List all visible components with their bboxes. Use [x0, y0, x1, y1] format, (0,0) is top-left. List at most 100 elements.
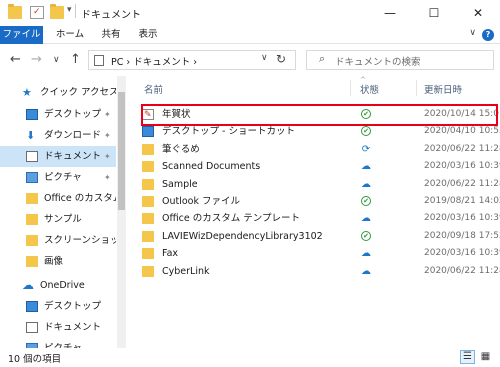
folder-icon [142, 213, 154, 225]
qat-dropdown-icon[interactable]: ▾ [67, 5, 72, 15]
file-date: 2020/09/18 17:52 [424, 230, 500, 241]
tab-view[interactable]: 表示 [134, 26, 162, 44]
cloud-icon: ☁ [361, 213, 371, 225]
syncing-icon: ⟳ [361, 143, 371, 155]
sidebar-item-label: ドキュメント [44, 322, 102, 333]
file-name: LAVIEWizDependencyLibrary3102 [162, 230, 323, 242]
help-icon[interactable]: ? [482, 29, 494, 41]
folder-icon [142, 265, 154, 277]
file-date: 2020/06/22 11:28 [424, 143, 500, 154]
tab-home[interactable]: ホーム [52, 26, 88, 44]
maximize-button[interactable]: ☐ [412, 0, 456, 26]
file-name: CyberLink [162, 265, 210, 277]
sidebar-item[interactable]: ☁ OneDrive [0, 275, 116, 296]
desktop-icon [26, 301, 38, 312]
sidebar-item[interactable]: ドキュメント ✦ [0, 146, 116, 167]
tab-file[interactable]: ファイル [0, 26, 43, 44]
pin-icon: ✦ [104, 152, 111, 161]
star-icon: ★ [22, 86, 32, 99]
sidebar-item[interactable]: ピクチャ ✦ [0, 167, 116, 188]
sidebar-item-label: ドキュメント [44, 151, 102, 162]
file-date: 2020/06/22 11:28 [424, 178, 500, 189]
cloud-icon: ☁ [361, 178, 371, 190]
file-name: Office のカスタム テンプレート [162, 213, 300, 225]
sidebar-item-label: ダウンロード [44, 130, 102, 141]
pin-icon: ✦ [104, 131, 111, 140]
file-row[interactable]: Sample ☁ 2020/06/22 11:28 [138, 176, 500, 193]
file-name: 筆ぐるめ [162, 143, 200, 155]
sidebar-item[interactable]: ドキュメント [0, 317, 116, 338]
new-folder-icon[interactable] [50, 4, 64, 19]
sidebar-item[interactable]: Office のカスタム [0, 188, 116, 209]
up-button[interactable]: ↑ [70, 52, 81, 67]
column-divider[interactable] [416, 80, 417, 96]
refresh-button[interactable]: ↻ [272, 52, 290, 66]
pin-icon: ✦ [104, 110, 111, 119]
documents-icon [26, 151, 38, 162]
back-button[interactable]: ← [10, 52, 21, 67]
sidebar-item[interactable]: ピクチャ [0, 338, 116, 348]
large-icons-view-button[interactable]: ▦ [478, 350, 493, 364]
cloud-icon: ☁ [361, 248, 371, 260]
file-date: 2020/03/16 10:39 [424, 248, 500, 259]
ribbon-tabs: ファイル ホーム 共有 表示 ∨ ? [0, 26, 500, 44]
documents-icon [94, 55, 104, 66]
recent-locations-button[interactable]: ∨ [53, 55, 60, 65]
cloud-icon: ☁ [22, 278, 34, 292]
sidebar-item-label: デスクトップ [44, 301, 102, 312]
file-row[interactable]: 筆ぐるめ ⟳ 2020/06/22 11:28 [138, 141, 500, 158]
status-bar: 10 個の項目 ☰ ▦ [0, 348, 500, 367]
navigation-pane: ★ クイック アクセス デスクトップ ✦ ⬇ ダウンロード ✦ ドキュメント ✦ ピクチャ ✦ Off… [0, 76, 128, 348]
minimize-button[interactable]: — [368, 0, 412, 26]
sidebar-item[interactable]: スクリーンショット [0, 230, 116, 251]
sidebar-item[interactable]: ⬇ ダウンロード ✦ [0, 125, 116, 146]
column-header-date[interactable]: 更新日時 [424, 82, 462, 96]
forward-button[interactable]: → [31, 52, 42, 67]
folder-icon [26, 193, 38, 204]
sidebar-item-label: ピクチャ [44, 338, 82, 348]
sidebar-item[interactable]: ★ クイック アクセス [0, 82, 116, 103]
cloud-icon: ☁ [361, 161, 371, 173]
close-button[interactable]: ✕ [456, 0, 500, 26]
folder-icon [142, 143, 154, 155]
properties-icon[interactable]: ✓ [30, 6, 44, 19]
file-date: 2020/03/16 10:39 [424, 213, 500, 224]
file-row[interactable]: Outlook ファイル ✔ 2019/08/21 14:02 [138, 193, 500, 210]
tab-share[interactable]: 共有 [97, 26, 125, 44]
synced-icon: ✔ [361, 126, 371, 137]
file-row[interactable]: Office のカスタム テンプレート ☁ 2020/03/16 10:39 [138, 210, 500, 227]
sidebar-item[interactable]: 画像 [0, 251, 116, 272]
folder-icon [26, 256, 38, 267]
search-input[interactable]: ⌕ ドキュメントの検索 [306, 50, 494, 70]
sidebar-item[interactable]: デスクトップ ✦ [0, 104, 116, 125]
folder-icon [8, 4, 22, 19]
sidebar-item[interactable]: デスクトップ [0, 296, 116, 317]
file-row[interactable]: Fax ☁ 2020/03/16 10:39 [138, 245, 500, 262]
sidebar-item-label: クイック アクセス [40, 87, 116, 98]
column-divider[interactable] [350, 80, 351, 96]
details-view-button[interactable]: ☰ [460, 350, 475, 364]
file-name: Fax [162, 248, 179, 260]
pictures-icon [26, 172, 38, 183]
synced-icon: ✔ [361, 230, 371, 241]
file-row[interactable]: Scanned Documents ☁ 2020/03/16 10:39 [138, 158, 500, 175]
synced-icon: ✔ [361, 196, 371, 206]
column-header-name[interactable]: 名前 [144, 82, 163, 96]
file-date: 2020/06/22 11:28 [424, 265, 500, 276]
nav-scrollbar-thumb[interactable] [118, 92, 125, 210]
file-row[interactable]: CyberLink ☁ 2020/06/22 11:28 [138, 263, 500, 280]
folder-icon [142, 248, 154, 260]
file-name: Sample [162, 178, 198, 190]
ribbon-expand-icon[interactable]: ∨ [469, 28, 476, 38]
sidebar-item-label: ピクチャ [44, 172, 82, 183]
file-row[interactable]: LAVIEWizDependencyLibrary3102 ✔ 2020/09/18… [138, 228, 500, 245]
address-dropdown-icon[interactable]: ∨ [261, 53, 268, 63]
column-header-status[interactable]: 状態 [360, 82, 379, 96]
sidebar-item-label: Office のカスタム [44, 193, 116, 204]
address-bar[interactable]: PC › ドキュメント › ∨ [88, 50, 296, 70]
folder-icon [26, 214, 38, 225]
folder-icon [142, 161, 154, 173]
breadcrumb[interactable]: PC › ドキュメント › [111, 54, 197, 68]
search-icon: ⌕ [319, 52, 326, 65]
sidebar-item[interactable]: サンプル [0, 209, 116, 230]
